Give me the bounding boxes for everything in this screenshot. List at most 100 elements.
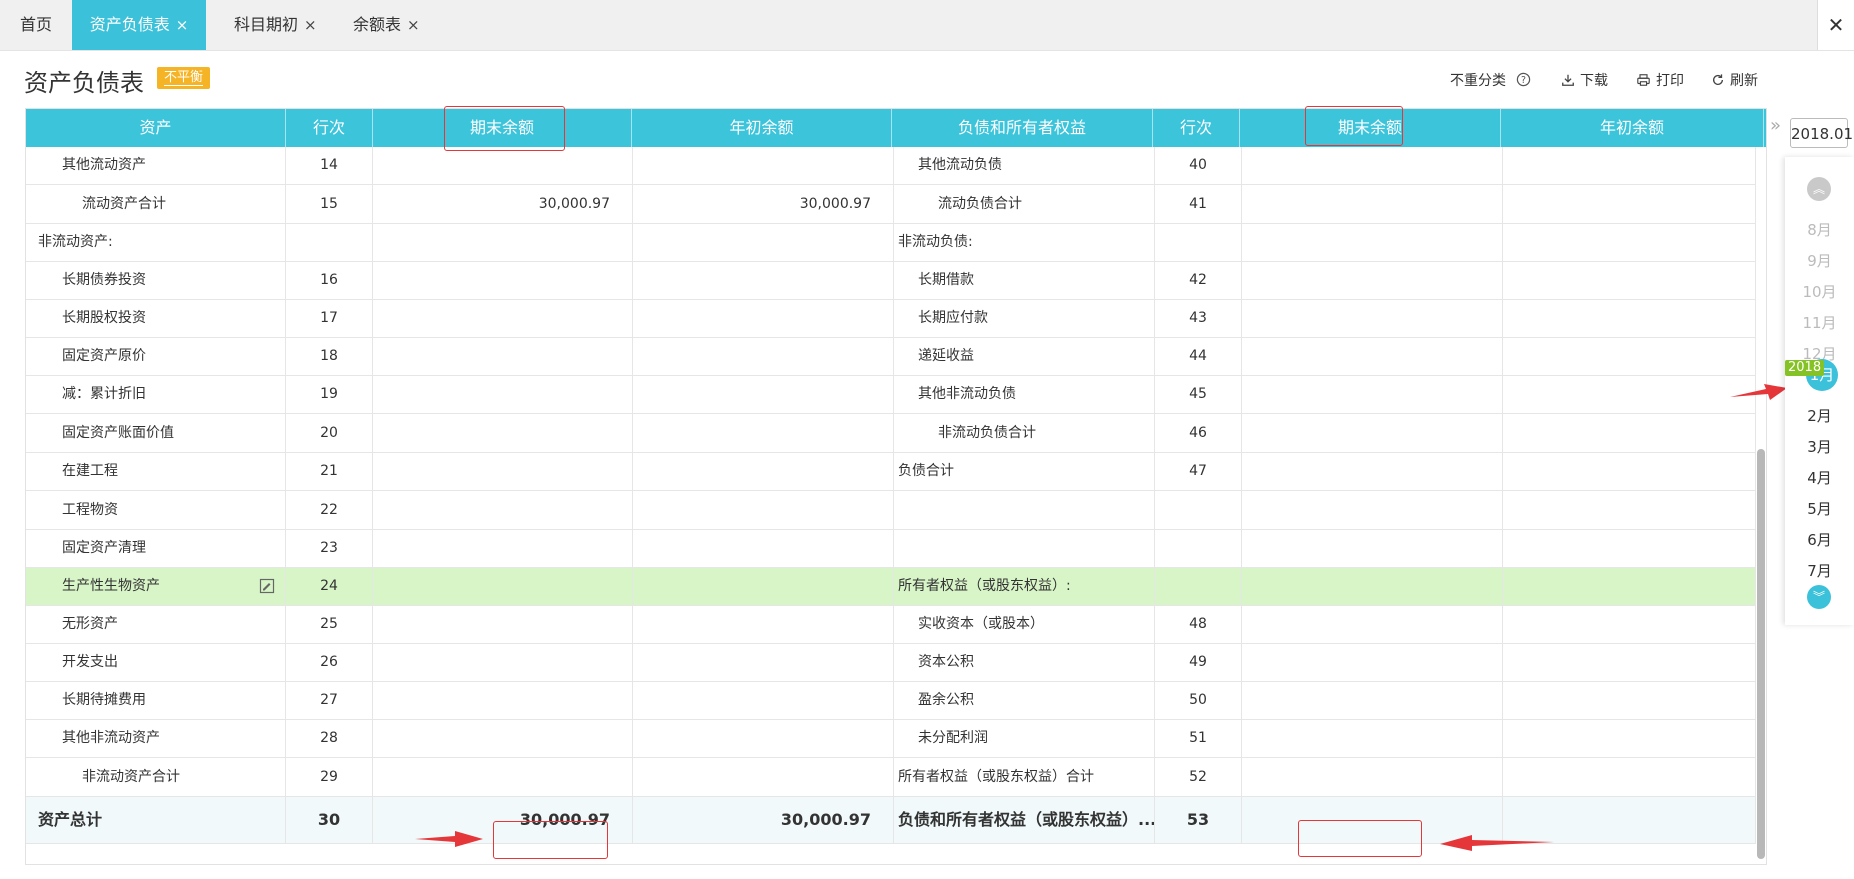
- liability-ending-balance[interactable]: [1242, 644, 1503, 681]
- liability-ending-balance[interactable]: [1242, 491, 1503, 529]
- refresh-button[interactable]: 刷新: [1711, 70, 1758, 92]
- table-row[interactable]: 减：累计折旧 19 其他非流动负债 45: [26, 376, 1756, 414]
- table-row[interactable]: 固定资产清理 23: [26, 530, 1756, 568]
- asset-ending-balance[interactable]: [373, 606, 633, 643]
- asset-opening-balance[interactable]: [633, 300, 894, 337]
- month-item[interactable]: 3月: [1785, 436, 1854, 457]
- asset-opening-balance[interactable]: [633, 414, 894, 452]
- table-row[interactable]: 长期待摊费用 27 盈余公积 50: [26, 682, 1756, 720]
- table-row[interactable]: 固定资产账面价值 20 非流动负债合计 46: [26, 414, 1756, 453]
- month-item[interactable]: 11月: [1785, 312, 1854, 333]
- period-input[interactable]: 2018.01: [1790, 118, 1853, 148]
- liability-opening-balance[interactable]: [1503, 224, 1756, 261]
- asset-opening-balance[interactable]: [633, 682, 894, 719]
- liability-ending-balance[interactable]: [1242, 758, 1503, 796]
- liability-ending-balance[interactable]: [1242, 300, 1503, 337]
- asset-opening-balance[interactable]: 30,000.97: [633, 797, 894, 843]
- liability-opening-balance[interactable]: [1503, 376, 1756, 413]
- table-row[interactable]: 固定资产原价 18 递延收益 44: [26, 338, 1756, 376]
- liability-ending-balance[interactable]: [1242, 338, 1503, 375]
- asset-ending-balance[interactable]: [373, 414, 633, 452]
- asset-opening-balance[interactable]: [633, 338, 894, 375]
- close-icon[interactable]: ×: [176, 16, 189, 34]
- liability-opening-balance[interactable]: [1503, 453, 1756, 490]
- month-item[interactable]: 7月: [1785, 560, 1854, 581]
- tab-opening-balance[interactable]: 科目期初 ×: [234, 0, 317, 50]
- liability-ending-balance[interactable]: [1242, 224, 1503, 261]
- liability-opening-balance[interactable]: [1503, 606, 1756, 643]
- asset-opening-balance[interactable]: [633, 606, 894, 643]
- asset-opening-balance[interactable]: [633, 376, 894, 413]
- asset-ending-balance[interactable]: [373, 720, 633, 757]
- month-item[interactable]: 5月: [1785, 498, 1854, 519]
- liability-opening-balance[interactable]: [1503, 338, 1756, 375]
- asset-ending-balance[interactable]: [373, 644, 633, 681]
- table-row[interactable]: 流动资产合计 15 30,000.97 30,000.97 流动负债合计 41: [26, 185, 1756, 224]
- liability-ending-balance[interactable]: [1242, 414, 1503, 452]
- table-row[interactable]: 长期债券投资 16 长期借款 42: [26, 262, 1756, 300]
- month-item[interactable]: 2月: [1785, 405, 1854, 426]
- scroll-down-icon[interactable]: ︾: [1807, 585, 1831, 609]
- asset-ending-balance[interactable]: [373, 147, 633, 184]
- table-row[interactable]: 生产性生物资产 24 所有者权益（或股东权益）:: [26, 568, 1756, 606]
- tab-balance-sheet[interactable]: 资产负债表 ×: [72, 0, 206, 50]
- edit-formula-icon[interactable]: [259, 578, 275, 594]
- asset-opening-balance[interactable]: [633, 453, 894, 490]
- scroll-up-icon[interactable]: ︽: [1807, 177, 1831, 201]
- asset-opening-balance[interactable]: [633, 147, 894, 184]
- liability-ending-balance[interactable]: [1242, 453, 1503, 490]
- expand-panel-icon[interactable]: »: [1770, 115, 1781, 136]
- table-row[interactable]: 非流动资产: 非流动负债:: [26, 224, 1756, 262]
- asset-ending-balance[interactable]: [373, 758, 633, 796]
- liability-opening-balance[interactable]: [1503, 758, 1756, 796]
- liability-ending-balance[interactable]: [1242, 530, 1503, 567]
- liability-opening-balance[interactable]: [1503, 185, 1756, 223]
- no-reclass-toggle[interactable]: 不重分类 ?: [1450, 70, 1531, 92]
- liability-ending-balance[interactable]: [1242, 720, 1503, 757]
- vertical-scrollbar[interactable]: [1757, 449, 1765, 859]
- asset-opening-balance[interactable]: [633, 530, 894, 567]
- liability-opening-balance[interactable]: [1503, 414, 1756, 452]
- liability-ending-balance[interactable]: [1242, 568, 1503, 605]
- liability-opening-balance[interactable]: [1503, 720, 1756, 757]
- table-row[interactable]: 工程物资 22: [26, 491, 1756, 530]
- liability-ending-balance[interactable]: [1242, 185, 1503, 223]
- table-row[interactable]: 在建工程 21 负债合计 47: [26, 453, 1756, 491]
- liability-opening-balance[interactable]: [1503, 491, 1756, 529]
- asset-opening-balance[interactable]: [633, 720, 894, 757]
- liability-ending-balance[interactable]: [1242, 376, 1503, 413]
- asset-opening-balance[interactable]: [633, 262, 894, 299]
- month-item[interactable]: 8月: [1785, 219, 1854, 240]
- asset-ending-balance[interactable]: [373, 262, 633, 299]
- liability-ending-balance[interactable]: [1242, 682, 1503, 719]
- table-row[interactable]: 非流动资产合计 29 所有者权益（或股东权益）合计 52: [26, 758, 1756, 797]
- print-button[interactable]: 打印: [1636, 70, 1684, 92]
- liability-opening-balance[interactable]: [1503, 262, 1756, 299]
- table-row[interactable]: 无形资产 25 实收资本（或股本） 48: [26, 606, 1756, 644]
- close-icon[interactable]: ×: [407, 16, 420, 34]
- liability-opening-balance[interactable]: [1503, 644, 1756, 681]
- liability-ending-balance[interactable]: [1242, 147, 1503, 184]
- table-row[interactable]: 其他流动资产 14 其他流动负债 40: [26, 147, 1756, 185]
- month-item[interactable]: 6月: [1785, 529, 1854, 550]
- asset-ending-balance[interactable]: [373, 491, 633, 529]
- asset-opening-balance[interactable]: [633, 568, 894, 605]
- liability-opening-balance[interactable]: [1503, 568, 1756, 605]
- month-item[interactable]: 4月: [1785, 467, 1854, 488]
- window-close-button[interactable]: ✕: [1817, 0, 1854, 50]
- liability-opening-balance[interactable]: [1503, 147, 1756, 184]
- month-item[interactable]: 9月: [1785, 250, 1854, 271]
- asset-ending-balance[interactable]: [373, 376, 633, 413]
- asset-opening-balance[interactable]: [633, 758, 894, 796]
- asset-ending-balance[interactable]: [373, 300, 633, 337]
- liability-ending-balance[interactable]: [1242, 606, 1503, 643]
- tab-balance-table[interactable]: 余额表 ×: [353, 0, 420, 50]
- asset-ending-balance[interactable]: [373, 568, 633, 605]
- asset-ending-balance[interactable]: [373, 338, 633, 375]
- month-item[interactable]: 10月: [1785, 281, 1854, 302]
- asset-ending-balance[interactable]: [373, 682, 633, 719]
- asset-ending-balance[interactable]: [373, 453, 633, 490]
- asset-opening-balance[interactable]: [633, 644, 894, 681]
- table-row[interactable]: 开发支出 26 资本公积 49: [26, 644, 1756, 682]
- help-icon[interactable]: ?: [1516, 72, 1531, 87]
